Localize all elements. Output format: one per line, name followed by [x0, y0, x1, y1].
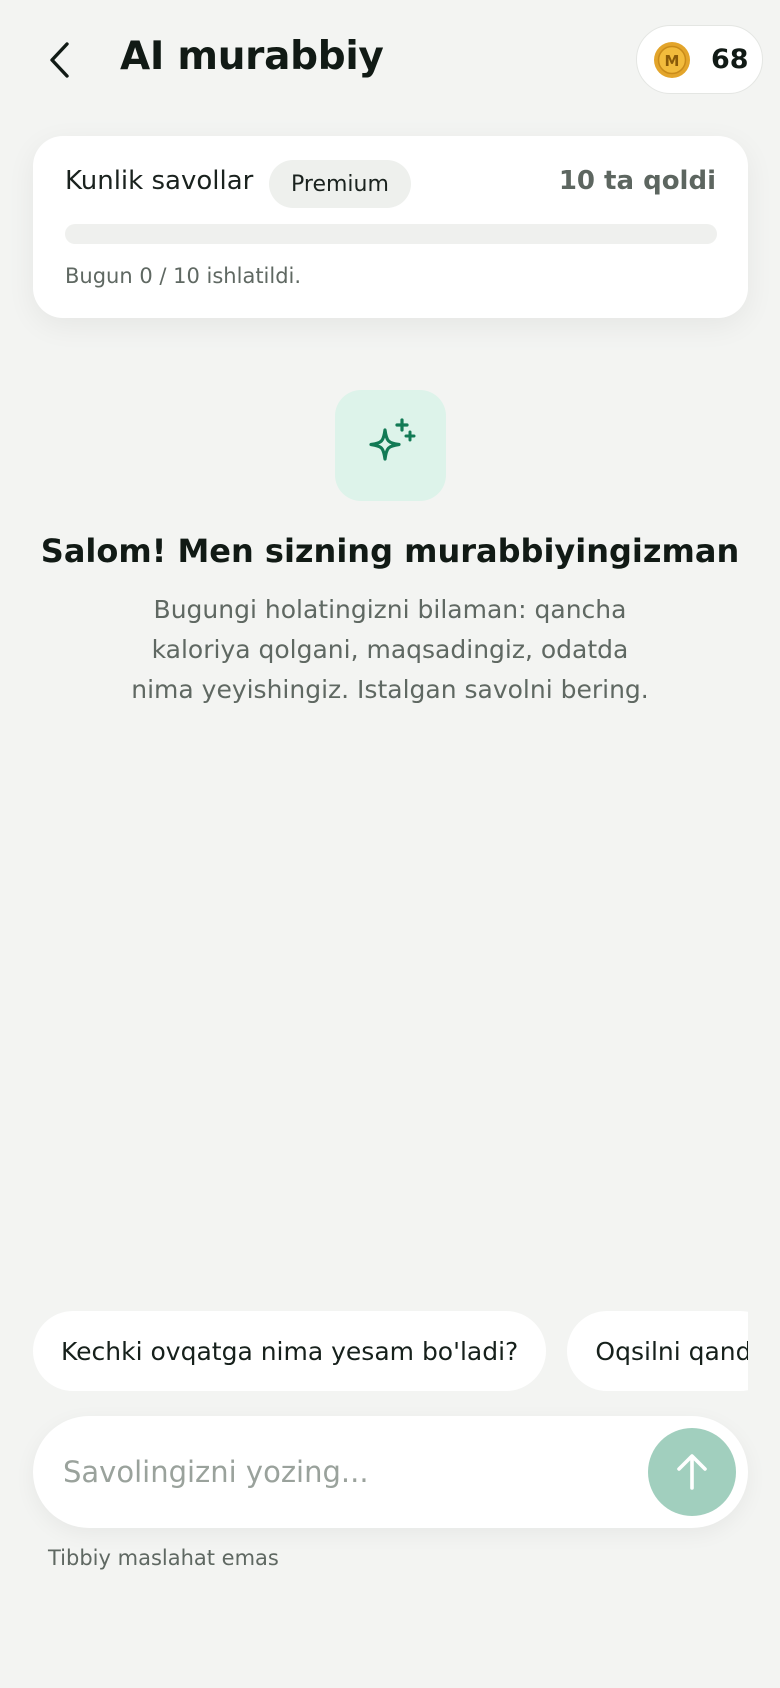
suggestion-chip[interactable]: Oqsilni qand	[567, 1311, 748, 1391]
suggestion-chips: Kechki ovqatga nima yesam bo'ladi? Oqsil…	[33, 1311, 748, 1391]
disclaimer: Tibbiy maslahat emas	[48, 1546, 279, 1570]
sparkle-badge	[335, 390, 446, 501]
question-input[interactable]	[63, 1442, 623, 1502]
premium-badge: Premium	[269, 160, 411, 208]
usage-text: Bugun 0 / 10 ishlatildi.	[65, 264, 302, 288]
daily-questions-label: Kunlik savollar	[65, 166, 254, 196]
sparkle-icon	[368, 417, 415, 461]
coin-icon: M	[654, 41, 690, 78]
remaining-questions: 10 ta qoldi	[558, 166, 716, 196]
chevron-left-icon	[50, 42, 69, 78]
arrow-up-icon	[677, 1454, 707, 1490]
coin-balance-badge[interactable]: M 68	[636, 25, 763, 94]
coin-count: 68	[711, 44, 749, 75]
page-title: AI murabbiy	[120, 34, 384, 79]
daily-progress-bar	[65, 224, 717, 244]
daily-questions-card: Kunlik savollar Premium 10 ta qoldi Bugu…	[33, 136, 748, 318]
back-button[interactable]	[36, 36, 84, 84]
coin-letter: M	[665, 52, 680, 70]
chat-input-bar	[33, 1416, 748, 1528]
welcome-text: Bugungi holatingizni bilaman: qancha kal…	[131, 595, 649, 704]
app-header: AI murabbiy M 68	[0, 0, 780, 120]
welcome-title: Salom! Men sizning murabbiyingizman	[40, 532, 740, 570]
send-button[interactable]	[648, 1428, 736, 1516]
ai-coach-screen: AI murabbiy M 68 Kunlik savollar Premium…	[0, 0, 780, 1688]
suggestion-chip[interactable]: Kechki ovqatga nima yesam bo'ladi?	[33, 1311, 547, 1391]
